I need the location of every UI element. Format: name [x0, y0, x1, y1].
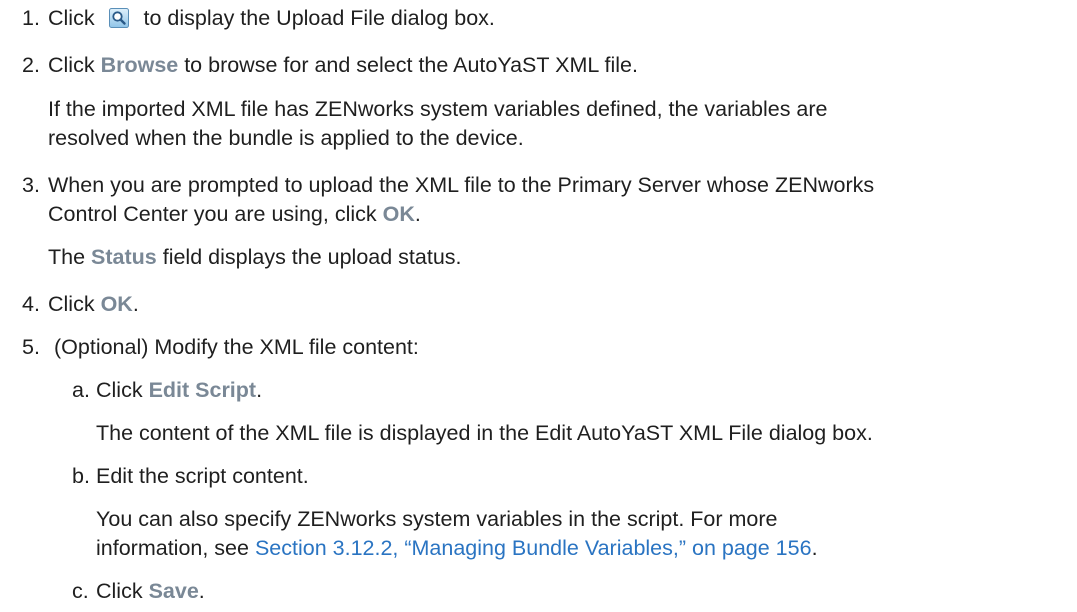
step-3-line-2: Control Center you are using, click OK.	[48, 200, 421, 228]
step-1-post: to display the Upload File dialog box.	[137, 6, 495, 30]
step-5-number: 5.	[22, 335, 40, 359]
step-3-note-post: field displays the upload status.	[156, 245, 462, 269]
step-3-line-1: When you are prompted to upload the XML …	[48, 173, 875, 197]
step-4-pre: Click	[48, 292, 101, 316]
substep-b-note-line-2: information, see Section 3.12.2, “Managi…	[96, 534, 818, 562]
status-label: Status	[91, 245, 157, 269]
substep-b-note-line-1: You can also specify ZENworks system var…	[96, 507, 778, 531]
step-3-line-2-pre: Control Center you are using, click	[48, 202, 383, 226]
substep-a-pre: Click	[96, 378, 149, 402]
substep-c-text: Click Save.	[96, 577, 205, 605]
substep-a-text: Click Edit Script.	[96, 376, 262, 404]
substep-b-text: Edit the script content.	[96, 464, 309, 488]
edit-script-label: Edit Script	[148, 378, 257, 402]
step-3-line-2-post: .	[414, 202, 421, 226]
step-2-number: 2.	[22, 53, 40, 77]
substep-a-note: The content of the XML file is displayed…	[96, 421, 873, 445]
search-icon[interactable]	[108, 8, 129, 28]
substep-a-letter: a.	[72, 378, 90, 402]
step-3-number: 3.	[22, 173, 40, 197]
step-4-number: 4.	[22, 292, 40, 316]
step-2-post: to browse for and select the AutoYaST XM…	[178, 53, 638, 77]
substep-b-note-post: .	[811, 536, 818, 560]
managing-bundle-variables-link[interactable]: Section 3.12.2, “Managing Bundle Variabl…	[255, 536, 812, 560]
step-1-pre: Click	[48, 6, 101, 30]
substep-c-post: .	[198, 579, 205, 603]
substep-b-letter: b.	[72, 464, 90, 488]
substep-c-letter: c.	[72, 579, 89, 603]
step-2-text: Click Browse to browse for and select th…	[48, 51, 638, 79]
step-2-note-line-1: If the imported XML file has ZENworks sy…	[48, 97, 828, 121]
substep-a-post: .	[256, 378, 263, 402]
browse-label: Browse	[100, 53, 179, 77]
step-5-text: (Optional) Modify the XML file content:	[54, 335, 419, 359]
step-4-text: Click OK.	[48, 290, 139, 318]
save-label: Save	[148, 579, 199, 603]
ok-label: OK	[382, 202, 415, 226]
step-1-number: 1.	[22, 6, 40, 30]
step-3-note-pre: The	[48, 245, 92, 269]
step-1-text: Click to display the Upload File dialog …	[48, 4, 495, 32]
step-3-note: The Status field displays the upload sta…	[48, 243, 462, 271]
substep-b-note-pre: information, see	[96, 536, 255, 560]
ok-label: OK	[100, 292, 133, 316]
step-2-note-line-2: resolved when the bundle is applied to t…	[48, 126, 524, 150]
substep-c-pre: Click	[96, 579, 149, 603]
step-2-pre: Click	[48, 53, 101, 77]
step-4-post: .	[132, 292, 139, 316]
